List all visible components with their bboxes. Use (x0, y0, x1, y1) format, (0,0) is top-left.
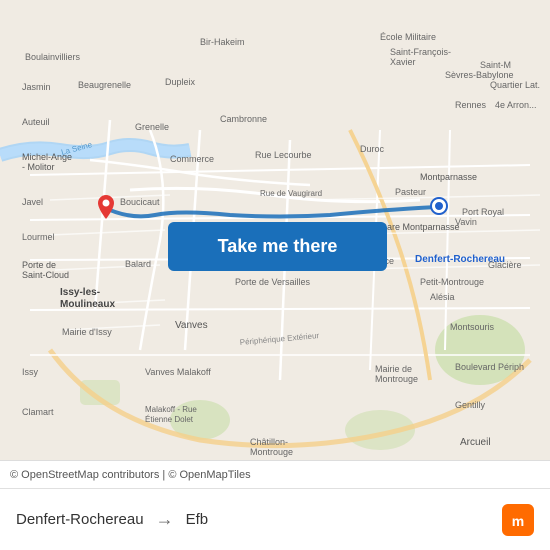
svg-text:Sèvres-Babylone: Sèvres-Babylone (445, 70, 514, 80)
svg-text:École Militaire: École Militaire (380, 32, 436, 42)
svg-text:Vanves Malakoff: Vanves Malakoff (145, 367, 211, 377)
svg-text:Vanves: Vanves (175, 320, 208, 331)
svg-text:Malakoff - Rue: Malakoff - Rue (145, 405, 197, 414)
svg-text:Boulainvilliers: Boulainvilliers (25, 52, 81, 62)
svg-text:Duroc: Duroc (360, 144, 385, 154)
svg-text:Beaugrenelle: Beaugrenelle (78, 80, 131, 90)
svg-text:Auteuil: Auteuil (22, 117, 50, 127)
svg-text:- Molitor: - Molitor (22, 162, 55, 172)
svg-text:Port Royal: Port Royal (462, 207, 504, 217)
svg-text:Porte de: Porte de (22, 260, 56, 270)
svg-text:Gentilly: Gentilly (455, 400, 486, 410)
svg-text:Saint-François-: Saint-François- (390, 47, 451, 57)
svg-text:Étienne Dolet: Étienne Dolet (145, 415, 194, 424)
svg-text:Jasmin: Jasmin (22, 82, 51, 92)
svg-text:Xavier: Xavier (390, 57, 416, 67)
svg-text:Issy: Issy (22, 367, 39, 377)
svg-text:Vavin: Vavin (455, 217, 477, 227)
svg-text:Commerce: Commerce (170, 154, 214, 164)
svg-text:Montrouge: Montrouge (375, 374, 418, 384)
svg-text:Petit-Montrouge: Petit-Montrouge (420, 277, 484, 287)
svg-text:Saint-M: Saint-M (480, 60, 511, 70)
route-from: Denfert-Rochereau (16, 511, 144, 528)
svg-text:Boucicaut: Boucicaut (120, 197, 160, 207)
svg-text:Boulevard Périph: Boulevard Périph (455, 362, 524, 372)
svg-text:Balard: Balard (125, 259, 151, 269)
svg-text:Issy-les-: Issy-les- (60, 287, 100, 298)
svg-text:Cambronne: Cambronne (220, 114, 267, 124)
attribution-text: © OpenStreetMap contributors | © OpenMap… (10, 469, 251, 481)
svg-text:Grenelle: Grenelle (135, 122, 169, 132)
svg-text:m: m (512, 513, 524, 529)
svg-text:Bir-Hakeim: Bir-Hakeim (200, 37, 245, 47)
svg-text:Dupleix: Dupleix (165, 77, 196, 87)
svg-text:Clamart: Clamart (22, 407, 54, 417)
route-arrow-icon: → (156, 509, 174, 530)
attribution-bar: © OpenStreetMap contributors | © OpenMap… (0, 460, 550, 488)
svg-text:Arcueil: Arcueil (460, 437, 491, 448)
svg-text:Mairie de: Mairie de (375, 364, 412, 374)
svg-text:Moulineaux: Moulineaux (60, 299, 115, 310)
svg-text:Saint-Cloud: Saint-Cloud (22, 270, 69, 280)
svg-text:Rue Lecourbe: Rue Lecourbe (255, 150, 312, 160)
destination-pin (94, 195, 118, 225)
moovit-icon: m (502, 504, 534, 536)
svg-text:Pasteur: Pasteur (395, 187, 426, 197)
svg-text:Montrouge: Montrouge (250, 447, 293, 457)
svg-text:Rue de Vaugirard: Rue de Vaugirard (260, 189, 322, 198)
moovit-logo: m (502, 504, 534, 536)
svg-text:4e Arron...: 4e Arron... (495, 100, 537, 110)
svg-text:Porte de Versailles: Porte de Versailles (235, 277, 311, 287)
svg-text:Gare Montparnasse: Gare Montparnasse (380, 222, 460, 232)
bottom-bar: Denfert-Rochereau → Efb m (0, 488, 550, 550)
origin-dot (432, 199, 446, 213)
svg-text:Rennes: Rennes (455, 100, 487, 110)
svg-text:Quartier Lat.: Quartier Lat. (490, 80, 540, 90)
svg-text:Montparnasse: Montparnasse (420, 172, 477, 182)
svg-text:Alésia: Alésia (430, 292, 455, 302)
svg-text:Javel: Javel (22, 197, 43, 207)
svg-text:Mairie d'Issy: Mairie d'Issy (62, 327, 112, 337)
svg-text:Châtillon-: Châtillon- (250, 437, 288, 447)
svg-text:Lourmel: Lourmel (22, 232, 55, 242)
map-container: Boulainvilliers Bir-Hakeim École Militai… (0, 0, 550, 460)
svg-text:Glacière: Glacière (488, 260, 522, 270)
take-me-there-button[interactable]: Take me there (168, 222, 387, 271)
route-to: Efb (186, 511, 209, 528)
svg-text:Montsouris: Montsouris (450, 322, 495, 332)
